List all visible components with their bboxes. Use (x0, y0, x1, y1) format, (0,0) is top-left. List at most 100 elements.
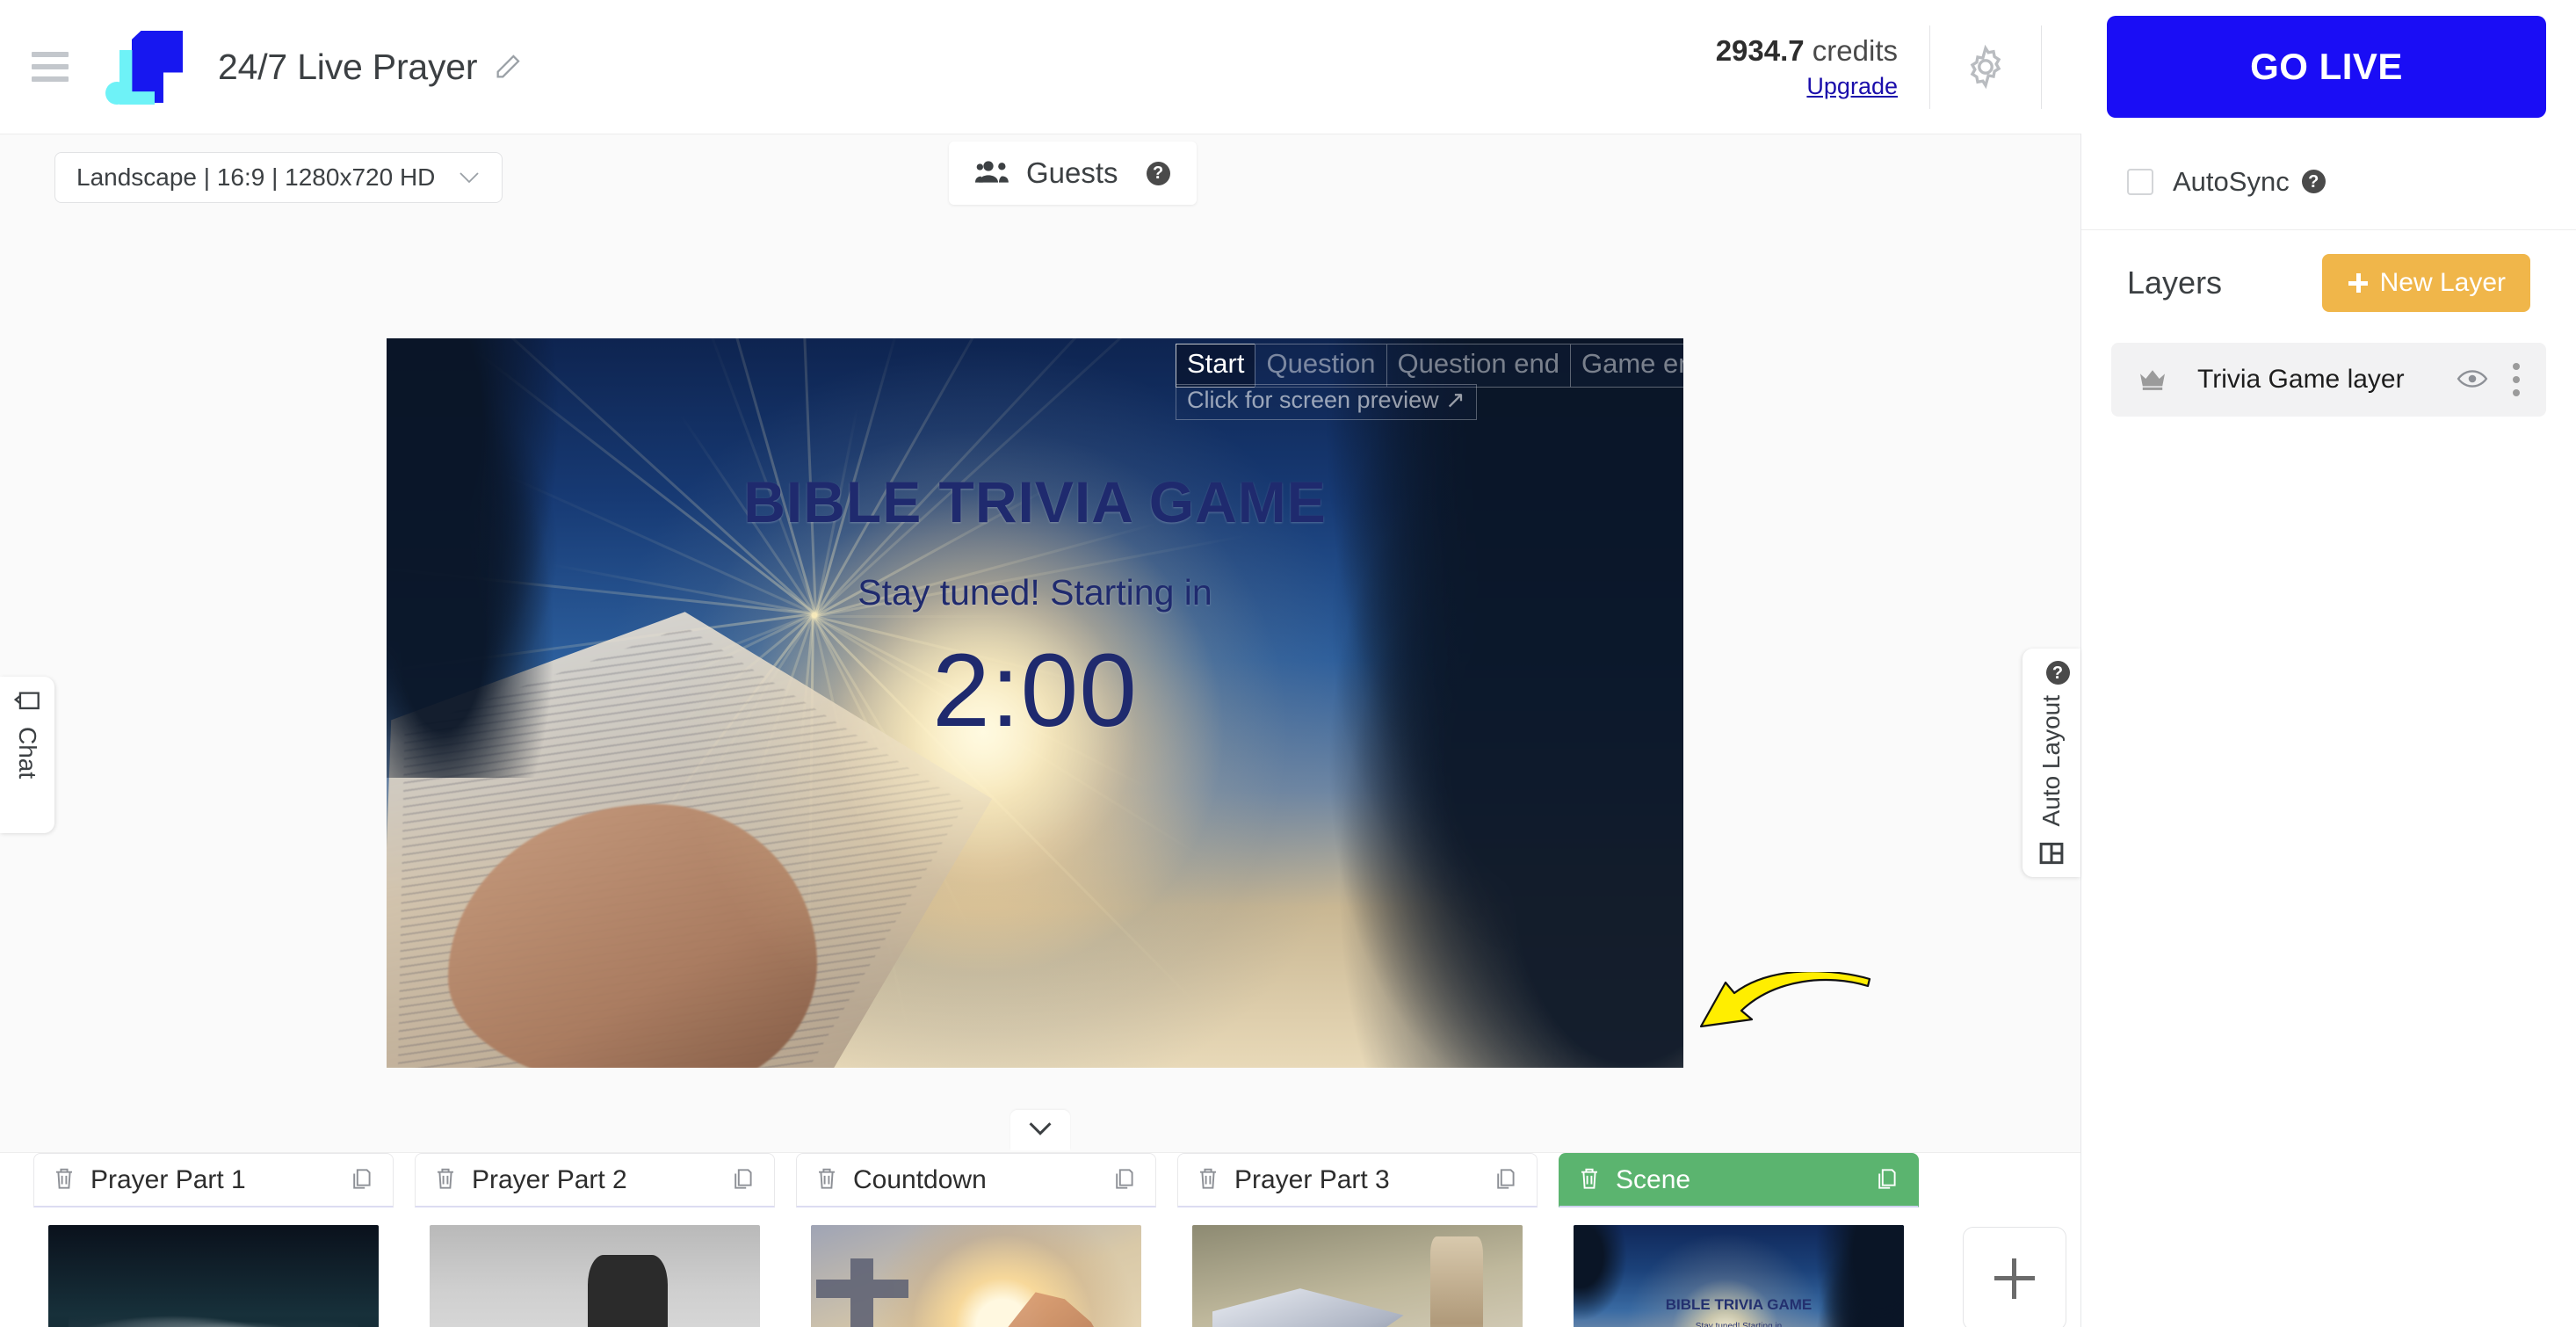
chevron-down-icon (458, 171, 481, 184)
copy-icon[interactable] (732, 1167, 755, 1193)
app-root: 24/7 Live Prayer 2934.7 credits Upgrade (0, 0, 2576, 1327)
scene-card[interactable]: Prayer Part 2 (415, 1153, 775, 1327)
right-sidebar: AutoSync ? Layers New Layer Trivia Game … (2080, 134, 2576, 1327)
scene-card[interactable]: Prayer Part 1 (33, 1153, 394, 1327)
guests-label: Guests (1026, 156, 1118, 189)
logo-cyan-dot (105, 82, 128, 105)
scene-strip: Prayer Part 1 Prayer Part 2 Countdown We'll… (0, 1152, 2080, 1327)
thumbnail-subtitle: Stay tuned! Starting in (1695, 1322, 1783, 1327)
scene-card-header[interactable]: Countdown (796, 1153, 1156, 1207)
main-canvas-area: Landscape | 16:9 | 1280x720 HD Guests ? … (0, 134, 2080, 1327)
help-icon[interactable]: ? (1146, 161, 1170, 185)
copy-icon[interactable] (1113, 1167, 1136, 1193)
credits-block: 2934.7 credits Upgrade (1716, 33, 1898, 102)
new-layer-label: New Layer (2379, 268, 2506, 297)
scene-thumbnail[interactable]: We'll be back in: (811, 1225, 1141, 1327)
preview-timer: 2:00 (932, 633, 1138, 749)
hamburger-icon[interactable] (32, 52, 69, 82)
scene-thumbnail[interactable] (48, 1225, 379, 1327)
preview-tab-question-end[interactable]: Question end (1386, 344, 1570, 388)
autosync-label: AutoSync (2173, 165, 2290, 197)
copy-icon[interactable] (1876, 1167, 1899, 1193)
scene-card[interactable]: Scene BIBLE TRIVIA GAME Stay tuned! Starti… (1559, 1153, 1919, 1327)
auto-layout-tab-label: Auto Layout (2037, 695, 2065, 827)
people-icon (975, 158, 1010, 189)
divider (2041, 25, 2042, 109)
scene-thumbnail[interactable] (1192, 1225, 1523, 1327)
layer-row[interactable]: Trivia Game layer (2111, 343, 2546, 417)
top-bar-right: 2934.7 credits Upgrade GO LIVE (1716, 0, 2576, 134)
scene-card-header[interactable]: Scene (1559, 1153, 1919, 1207)
credits-text: 2934.7 credits (1716, 33, 1898, 69)
plus-icon (1994, 1258, 2035, 1299)
trash-icon[interactable] (54, 1167, 76, 1193)
chat-tab-label: Chat (14, 727, 41, 780)
layers-list: Trivia Game layer (2081, 343, 2576, 417)
help-icon[interactable]: ? (2301, 170, 2326, 193)
scene-title: Prayer Part 3 (1234, 1164, 1390, 1194)
auto-layout-tab[interactable]: ? Auto Layout (2022, 649, 2080, 877)
aspect-ratio-value: Landscape | 16:9 | 1280x720 HD (76, 163, 436, 191)
upgrade-link[interactable]: Upgrade (1716, 72, 1898, 102)
go-live-button[interactable]: GO LIVE (2107, 16, 2546, 118)
preview-tab-question[interactable]: Question (1255, 344, 1386, 388)
preview-overlay-text: BIBLE TRIVIA GAME Stay tuned! Starting i… (387, 338, 1683, 1068)
scene-preview[interactable]: BIBLE TRIVIA GAME Stay tuned! Starting i… (387, 338, 1683, 1068)
bible-shape (1212, 1288, 1404, 1327)
more-vertical-icon[interactable] (2513, 363, 2520, 396)
copy-icon[interactable] (1494, 1167, 1517, 1193)
page-title: 24/7 Live Prayer (218, 46, 478, 87)
scene-title: Scene (1616, 1164, 1691, 1194)
preview-tab-game-end[interactable]: Game end (1569, 344, 1683, 388)
crown-icon (2138, 366, 2167, 393)
scene-card[interactable]: Countdown We'll be back in: (796, 1153, 1156, 1327)
plus-icon (2347, 272, 2370, 294)
brand-logo[interactable] (105, 27, 192, 106)
gear-icon[interactable] (1962, 43, 2009, 91)
autosync-row: AutoSync ? (2081, 134, 2576, 230)
chat-tab[interactable]: Chat (0, 677, 54, 833)
layout-grid-icon (2038, 840, 2065, 871)
credits-label: credits (1812, 33, 1898, 67)
pencil-icon[interactable] (493, 52, 523, 82)
preview-tab-start[interactable]: Start (1176, 344, 1255, 388)
scene-thumbnail[interactable]: BIBLE TRIVIA GAME Stay tuned! Starting in… (1574, 1225, 1904, 1327)
scene-card[interactable]: Prayer Part 3 (1177, 1153, 1538, 1327)
trash-icon[interactable] (816, 1167, 839, 1193)
layer-name: Trivia Game layer (2197, 365, 2405, 394)
screen-preview-hint[interactable]: Click for screen preview ↗ (1176, 384, 1477, 420)
preview-title: BIBLE TRIVIA GAME (743, 469, 1327, 534)
preview-state-tabs: StartQuestionQuestion endGame end (1176, 344, 1683, 388)
help-icon[interactable]: ? (2045, 661, 2070, 685)
cross-shape (815, 1258, 909, 1327)
thumbnail-title: BIBLE TRIVIA GAME (1665, 1295, 1813, 1313)
guests-button[interactable]: Guests ? (949, 141, 1197, 205)
copy-icon[interactable] (351, 1167, 373, 1193)
collapse-panel-button[interactable] (1010, 1110, 1070, 1150)
canvas-toolbar: Landscape | 16:9 | 1280x720 HD Guests ? (0, 134, 2080, 215)
new-layer-button[interactable]: New Layer (2321, 254, 2530, 312)
layers-title: Layers (2127, 265, 2223, 301)
scene-card-header[interactable]: Prayer Part 3 (1177, 1153, 1538, 1207)
scene-thumbnail[interactable] (430, 1225, 760, 1327)
add-scene-button[interactable] (1963, 1227, 2066, 1327)
trash-icon[interactable] (1579, 1167, 1602, 1193)
scene-title: Prayer Part 2 (472, 1164, 627, 1194)
scene-title: Prayer Part 1 (90, 1164, 246, 1194)
scene-card-header[interactable]: Prayer Part 2 (415, 1153, 775, 1207)
scene-card-header[interactable]: Prayer Part 1 (33, 1153, 394, 1207)
scene-title: Countdown (853, 1164, 987, 1194)
layers-header: Layers New Layer (2081, 230, 2576, 336)
aspect-ratio-select[interactable]: Landscape | 16:9 | 1280x720 HD (54, 152, 503, 203)
trash-icon[interactable] (435, 1167, 458, 1193)
eye-icon[interactable] (2457, 368, 2488, 391)
divider (1929, 25, 1930, 109)
trash-icon[interactable] (1198, 1167, 1220, 1193)
praying-hands-shape (982, 1292, 1115, 1327)
top-bar: 24/7 Live Prayer 2934.7 credits Upgrade (0, 0, 2576, 134)
preview-subtitle: Stay tuned! Starting in (857, 572, 1212, 613)
autosync-checkbox[interactable] (2127, 168, 2153, 195)
chevron-down-icon (1028, 1121, 1053, 1140)
credits-value: 2934.7 (1715, 33, 1805, 67)
chat-bubble-icon (13, 691, 40, 718)
